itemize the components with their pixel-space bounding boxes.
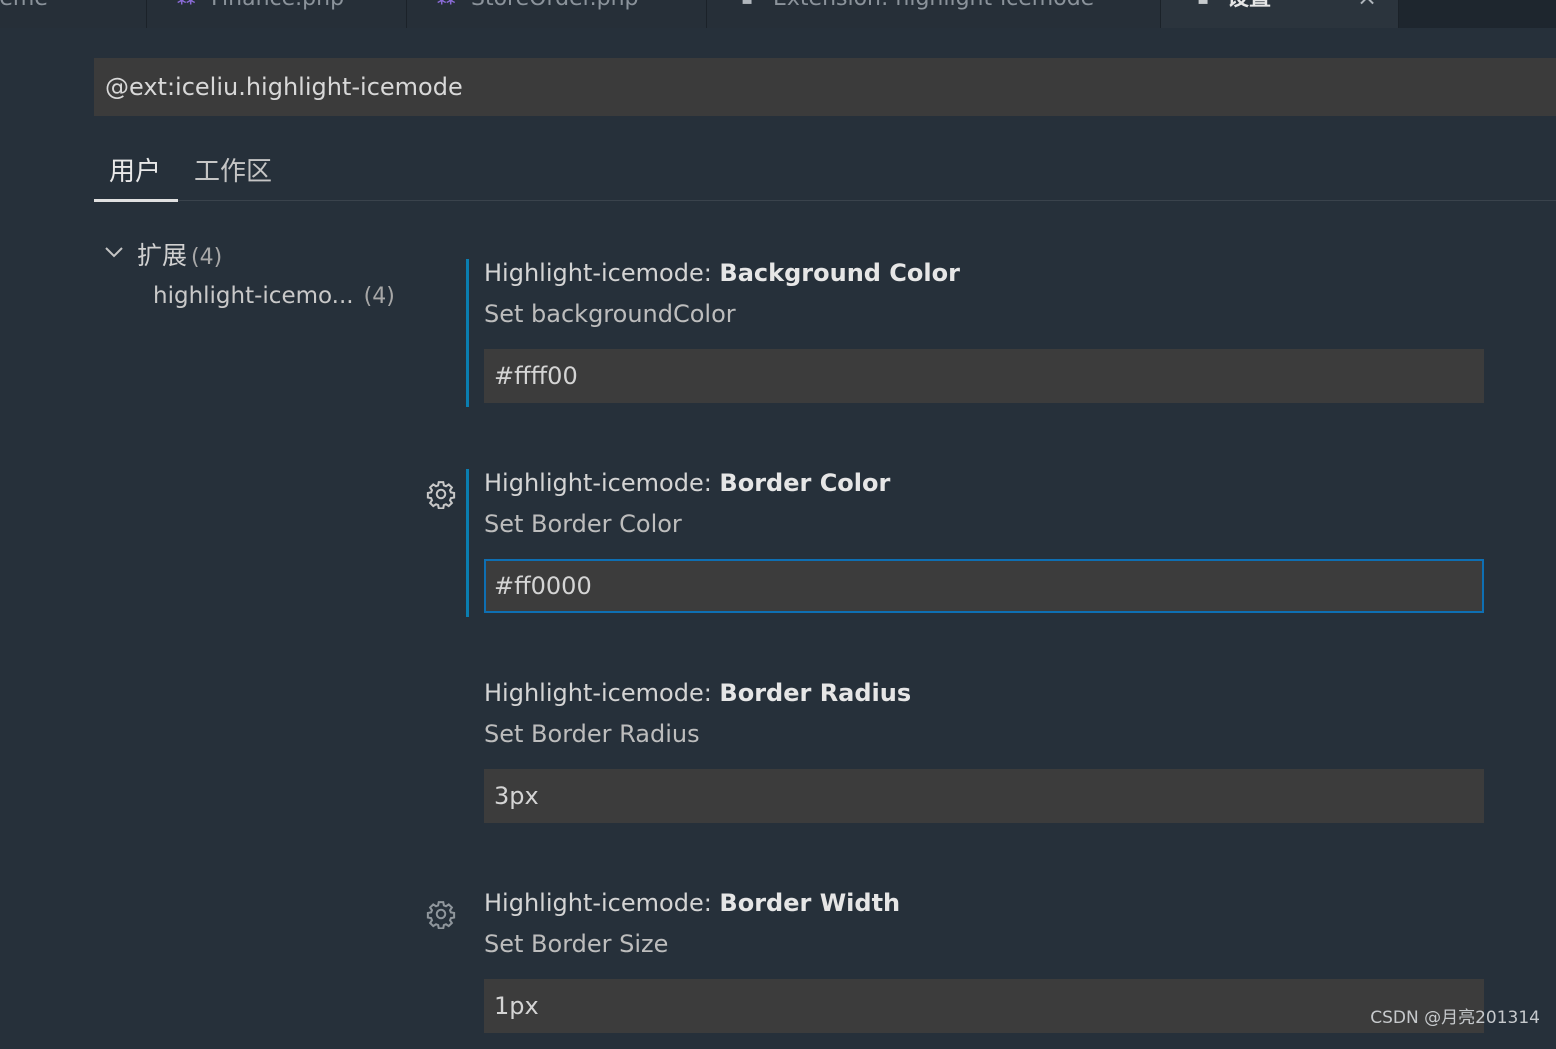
border-radius-input[interactable]: [484, 769, 1484, 823]
setting-description: Set Border Color: [484, 510, 682, 538]
modified-indicator: [466, 259, 469, 407]
tab-label: Extension: highlight-icemode: [773, 0, 1094, 10]
toc-group-count: (4): [191, 245, 223, 270]
setting-title: Highlight-icemode: Border Color: [484, 469, 891, 497]
setting-description: Set Border Radius: [484, 720, 700, 748]
settings-scope-tabs: 用户 工作区: [94, 145, 1556, 202]
chevron-down-icon: [105, 247, 123, 258]
settings-search-box: [94, 58, 1556, 116]
tab-finance-php[interactable]: ⁂ Finance.php: [147, 0, 407, 28]
tab-label: Finance.php: [211, 0, 344, 10]
gear-icon[interactable]: [426, 479, 456, 509]
setting-border-color: Highlight-icemode: Border Color Set Bord…: [420, 469, 1500, 629]
border-width-input[interactable]: [484, 979, 1484, 1033]
editor-tab-bar: Theme ⁂ Finance.php ⁂ StoreOrder.php ▪ E…: [0, 0, 1556, 28]
toc-item-label: highlight-icemo...: [153, 283, 354, 309]
tab-label: Theme: [0, 0, 48, 10]
tab-extension-highlight-icemode[interactable]: ▪ Extension: highlight-icemode: [707, 0, 1161, 28]
tab-label: StoreOrder.php: [471, 0, 639, 10]
toc-item-highlight-icemode[interactable]: highlight-icemo... (4): [153, 283, 395, 309]
setting-border-width: Highlight-icemode: Border Width Set Bord…: [420, 889, 1500, 1049]
setting-background-color: Highlight-icemode: Background Color Set …: [420, 259, 1500, 419]
setting-description: Set backgroundColor: [484, 300, 736, 328]
background-color-input[interactable]: [484, 349, 1484, 403]
close-icon[interactable]: ×: [1357, 0, 1377, 9]
tab-storeorder-php[interactable]: ⁂ StoreOrder.php: [407, 0, 707, 28]
setting-title: Highlight-icemode: Border Radius: [484, 679, 912, 707]
divider: [94, 200, 1556, 201]
setting-description: Set Border Size: [484, 930, 669, 958]
gear-icon[interactable]: [426, 899, 456, 929]
modified-indicator: [466, 469, 469, 617]
tab-settings[interactable]: ▪ 设置 ×: [1161, 0, 1399, 28]
active-tab-indicator: [94, 199, 178, 202]
extension-icon: ▪: [741, 0, 753, 10]
settings-file-icon: ▪: [1197, 0, 1209, 10]
border-color-input[interactable]: [484, 559, 1484, 613]
setting-border-radius: Highlight-icemode: Border Radius Set Bor…: [420, 679, 1500, 839]
watermark: CSDN @月亮201314: [1370, 1008, 1540, 1028]
setting-title: Highlight-icemode: Border Width: [484, 889, 901, 917]
php-file-icon: ⁂: [437, 0, 455, 10]
tab-workspace-settings[interactable]: 工作区: [194, 151, 272, 188]
tab-label: 设置: [1227, 0, 1271, 10]
settings-search-input[interactable]: [94, 58, 1556, 116]
toc-item-count: (4): [363, 284, 395, 309]
tab-user-settings[interactable]: 用户: [109, 151, 161, 188]
tab-theme[interactable]: Theme: [0, 0, 147, 28]
setting-title: Highlight-icemode: Background Color: [484, 259, 960, 287]
php-file-icon: ⁂: [177, 0, 195, 10]
toc-group-label: 扩展 (4): [137, 241, 223, 270]
